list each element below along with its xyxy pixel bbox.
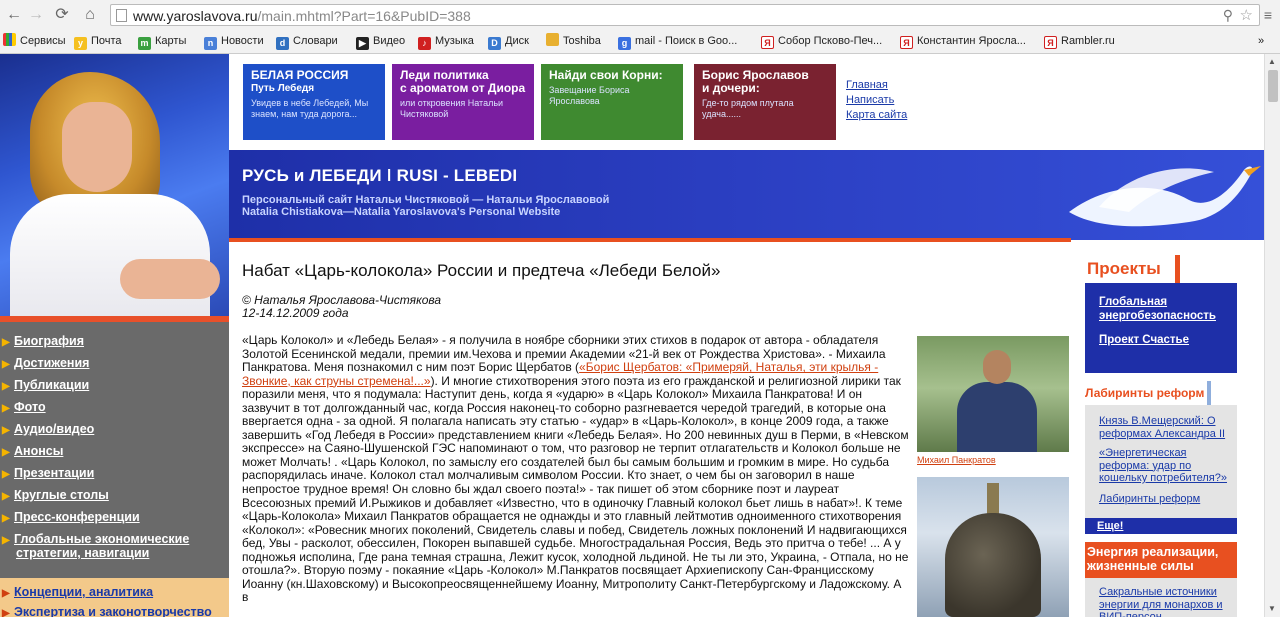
music-icon: ♪ [418, 37, 431, 50]
bookmark-mail[interactable]: y Почта [74, 33, 122, 50]
address-bar[interactable]: www.yaroslavova.ru/main.mhtml?Part=16&Pu… [110, 4, 1260, 26]
article-title: Набат «Царь-колокола» России и предтеча … [242, 261, 721, 280]
promo-boris-yaroslavov[interactable]: Борис Ярославов и дочери: Где-то рядом п… [694, 64, 836, 140]
site-banner: РУСЬ и ЛЕБЕДИ ǀ RUSI - LEBEDI Персональн… [229, 150, 1264, 242]
project-energy-security[interactable]: Глобальная энергобезопасность [1099, 295, 1229, 323]
bookmark-services[interactable]: Сервисы [3, 33, 66, 49]
bookmark-music[interactable]: ♪ Музыка [418, 33, 474, 50]
maps-icon: m [138, 37, 151, 50]
article-body: «Царь Колокол» и «Лебедь Белая» - я полу… [242, 333, 909, 605]
author-photo [0, 54, 229, 322]
article-byline: © Наталья Ярославова-Чистякова 12-14.12.… [242, 294, 441, 320]
reform-link-labyrinths[interactable]: Лабиринты реформ [1099, 493, 1200, 506]
promo-lady-politics[interactable]: Леди политика с ароматом от Диора или от… [392, 64, 534, 140]
link-sitemap[interactable]: Карта сайта [846, 108, 907, 123]
top-links: Главная Написать Карта сайта [846, 78, 907, 123]
site-title: РУСЬ и ЛЕБЕДИ ǀ RUSI - LEBEDI [242, 166, 518, 185]
web-page: ▶ Биография ▶ Достижения ▶ Публикации ▶ Фото… [0, 54, 1264, 617]
nav-presentations[interactable]: ▶ Презентации [0, 466, 229, 480]
bookmark-maps[interactable]: m Карты [138, 33, 186, 50]
disk-icon: D [488, 37, 501, 50]
reform-link-meshchersky[interactable]: Князь В.Мещерский: О реформах Александра… [1099, 415, 1229, 440]
google-icon: g [618, 37, 631, 50]
project-happiness[interactable]: Проект Счастье [1099, 333, 1189, 347]
menu-icon[interactable]: ≡ [1258, 5, 1278, 25]
nav-round-tables[interactable]: ▶ Круглые столы [0, 488, 229, 502]
url-text: www.yaroslavova.ru/main.mhtml?Part=16&Pu… [133, 8, 471, 24]
url-row: ← → ⟳ ⌂ www.yaroslavova.ru/main.mhtml?Pa… [0, 2, 1280, 28]
nav-audio-video[interactable]: ▶ Аудио/видео [0, 422, 229, 436]
site-subtitle: Персональный сайт Натальи Чистяковой — Н… [242, 194, 610, 218]
nav-publications[interactable]: ▶ Публикации [0, 378, 229, 392]
reload-icon[interactable]: ⟳ [52, 5, 72, 25]
nav-concepts[interactable]: ▶ Концепции, аналитика [0, 585, 229, 599]
banner-orange-line [229, 238, 1071, 242]
promo-white-russia[interactable]: БЕЛАЯ РОССИЯ Путь Лебедя Увидев в небе Л… [243, 64, 385, 140]
nav-global-strategies-line2[interactable]: стратегии, навигации [0, 546, 229, 560]
scroll-up-icon[interactable]: ▲ [1268, 57, 1276, 66]
reform-link-energy[interactable]: «Энергетическая реформа: удар по кошельк… [1099, 447, 1229, 485]
projects-box: Глобальная энергобезопасность Проект Сча… [1085, 283, 1237, 373]
reforms-box: Князь В.Мещерский: О реформах Александра… [1085, 405, 1237, 518]
reforms-heading: Лабиринты реформ [1085, 381, 1211, 405]
bookmark-sobor[interactable]: Я Собор Псково-Печ... [761, 33, 882, 49]
link-write[interactable]: Написать [846, 93, 907, 108]
bookmarks-bar: Сервисы y Почта m Карты n Новости d Словари … [0, 30, 1280, 52]
forward-icon[interactable]: → [26, 5, 46, 25]
video-icon: ▶ [356, 37, 369, 50]
apps-icon [3, 33, 16, 46]
bookmark-rambler[interactable]: Я Rambler.ru [1044, 33, 1115, 49]
bookmark-google-mail-search[interactable]: g mail - Поиск в Goo... [618, 33, 737, 50]
pankratov-photo[interactable] [917, 336, 1069, 452]
bookmark-video[interactable]: ▶ Видео [356, 33, 405, 50]
link-home[interactable]: Главная [846, 78, 907, 93]
bookmarks-more[interactable]: » [1258, 33, 1264, 49]
bookmark-news[interactable]: n Новости [204, 33, 264, 50]
dictionary-icon: d [276, 37, 289, 50]
nav-biography[interactable]: ▶ Биография [0, 334, 229, 348]
yandex-icon: Я [761, 36, 774, 49]
energy-box: Сакральные источники энергии для монархо… [1085, 578, 1237, 617]
zoom-icon[interactable]: ⚲ [1223, 7, 1233, 24]
folder-icon [546, 33, 559, 46]
pankratov-caption[interactable]: Михаил Панкратов [917, 455, 996, 465]
nav-achievements[interactable]: ▶ Достижения [0, 356, 229, 370]
nav-global-strategies[interactable]: ▶ Глобальные экономические [0, 532, 229, 546]
bookmark-disk[interactable]: D Диск [488, 33, 529, 50]
back-icon[interactable]: ← [4, 5, 24, 25]
nav-expertise[interactable]: ▶ Экспертиза и законотворчество [0, 605, 229, 617]
yandex-icon: Я [900, 36, 913, 49]
yandex-icon: Я [1044, 36, 1057, 49]
projects-heading: Проекты [1085, 255, 1180, 283]
left-navigation-secondary: ▶ Концепции, аналитика ▶ Экспертиза и зако… [0, 578, 229, 617]
more-link[interactable]: Еще! [1085, 518, 1237, 534]
promo-find-roots[interactable]: Найди свои Корни: Завещание Бориса Яросл… [541, 64, 683, 140]
page-icon [116, 9, 127, 22]
tsar-bell-photo [917, 477, 1069, 617]
scroll-down-icon[interactable]: ▼ [1268, 604, 1276, 613]
energy-link-sacral[interactable]: Сакральные источники энергии для монархо… [1099, 586, 1229, 617]
nav-announcements[interactable]: ▶ Анонсы [0, 444, 229, 458]
left-navigation: ▶ Биография ▶ Достижения ▶ Публикации ▶ Фото… [0, 322, 229, 617]
nav-press-conferences[interactable]: ▶ Пресс-конференции [0, 510, 229, 524]
news-icon: n [204, 37, 217, 50]
swan-icon [1069, 166, 1261, 227]
nav-photo[interactable]: ▶ Фото [0, 400, 229, 414]
bookmark-dictionaries[interactable]: d Словари [276, 33, 338, 50]
scroll-thumb[interactable] [1268, 70, 1278, 102]
energy-heading: Энергия реализации, жизненные силы [1085, 542, 1237, 578]
bookmark-toshiba[interactable]: Toshiba [546, 33, 601, 49]
article-date: 12-14.12.2009 года [242, 306, 349, 320]
bookmark-konstantin[interactable]: Я Константин Яросла... [900, 33, 1026, 49]
home-icon[interactable]: ⌂ [80, 5, 100, 25]
bookmark-star-icon[interactable]: ☆ [1240, 6, 1253, 24]
yandex-mail-icon: y [74, 37, 87, 50]
vertical-scrollbar[interactable]: ▲ ▼ [1264, 54, 1280, 617]
browser-chrome: ← → ⟳ ⌂ www.yaroslavova.ru/main.mhtml?Pa… [0, 0, 1280, 54]
